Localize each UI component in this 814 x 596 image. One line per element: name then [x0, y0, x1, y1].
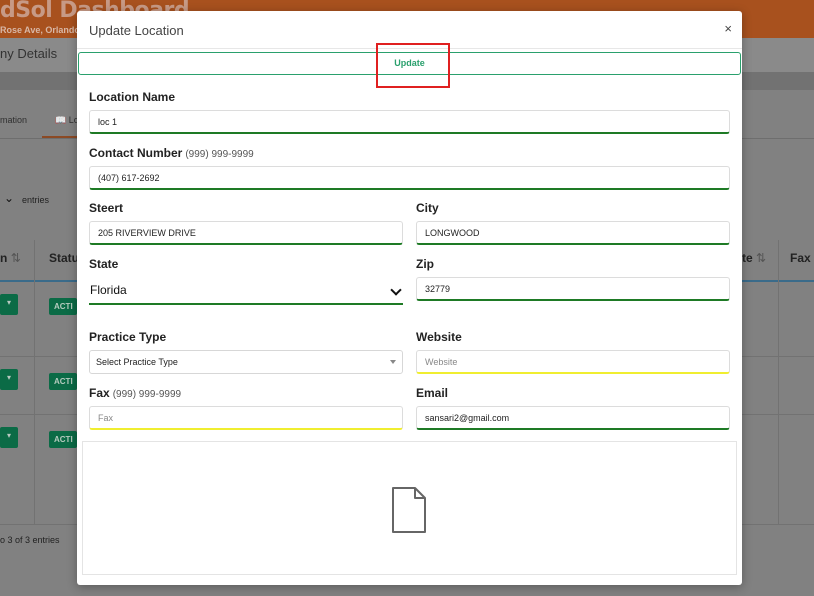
- practice-type-select-value: Select Practice Type: [96, 357, 178, 367]
- street-label: Steert: [89, 201, 124, 215]
- status-badge: ACTI: [49, 431, 77, 448]
- status-badge: ACTI: [49, 373, 77, 390]
- fax-input[interactable]: Fax: [89, 406, 403, 430]
- practice-type-select[interactable]: Select Practice Type: [89, 350, 403, 374]
- state-select-value: Florida: [90, 283, 127, 297]
- modal-title: Update Location: [89, 23, 184, 38]
- close-icon[interactable]: ×: [724, 21, 732, 36]
- update-location-modal: Update Location × Update Location Name l…: [77, 11, 742, 585]
- file-dropzone[interactable]: [82, 441, 737, 575]
- website-label: Website: [416, 330, 462, 344]
- caret-down-icon: [390, 360, 396, 364]
- state-select[interactable]: Florida: [89, 277, 403, 305]
- status-badge: ACTI: [49, 298, 77, 315]
- table-column-divider: [778, 240, 779, 525]
- email-label: Email: [416, 386, 449, 400]
- map-icon: 📖: [55, 115, 67, 125]
- city-label: City: [416, 201, 439, 215]
- row-action-dropdown-button[interactable]: ▾: [0, 369, 18, 390]
- entries-select-chevron-icon[interactable]: ⌄: [4, 191, 14, 205]
- entries-label: entries: [22, 195, 50, 205]
- street-input[interactable]: 205 RIVERVIEW DRIVE: [89, 221, 403, 245]
- tab-locations[interactable]: 📖 Lo: [55, 115, 79, 126]
- table-footer-info: o 3 of 3 entries: [0, 535, 60, 545]
- tab-active-indicator: [42, 136, 80, 138]
- dashboard-address: Rose Ave, Orlando: [0, 25, 80, 35]
- contact-number-label: Contact Number (999) 999-9999: [89, 146, 254, 160]
- website-input[interactable]: Website: [416, 350, 730, 374]
- column-header-state-label: te: [742, 251, 753, 265]
- city-input[interactable]: LONGWOOD: [416, 221, 730, 245]
- chevron-down-icon: [390, 284, 402, 296]
- column-header-state[interactable]: te ⇅: [742, 251, 766, 265]
- fax-label: Fax (999) 999-9999: [89, 386, 181, 400]
- location-name-input[interactable]: loc 1: [89, 110, 730, 134]
- dashboard-page-title: ny Details: [0, 46, 58, 61]
- contact-number-hint: (999) 999-9999: [185, 149, 254, 160]
- row-action-dropdown-button[interactable]: ▾: [0, 427, 18, 448]
- location-name-label: Location Name: [89, 90, 176, 104]
- zip-input[interactable]: 32779: [416, 277, 730, 301]
- row-action-dropdown-button[interactable]: ▾: [0, 294, 18, 315]
- sort-icon: ⇅: [10, 251, 21, 265]
- fax-label-text: Fax: [89, 386, 110, 400]
- practice-type-label: Practice Type: [89, 330, 167, 344]
- email-input[interactable]: sansari2@gmail.com: [416, 406, 730, 430]
- contact-number-input[interactable]: (407) 617-2692: [89, 166, 730, 190]
- sort-icon: ⇅: [756, 251, 767, 265]
- table-column-divider: [34, 240, 35, 525]
- file-icon: [392, 487, 426, 533]
- fax-hint: (999) 999-9999: [112, 389, 182, 400]
- tab-information[interactable]: mation: [0, 115, 27, 125]
- state-label: State: [89, 257, 119, 271]
- contact-number-label-text: Contact Number: [89, 146, 183, 160]
- zip-label: Zip: [416, 257, 434, 271]
- column-header-name-label: n: [0, 251, 8, 265]
- highlight-box: [376, 43, 450, 88]
- column-header-name[interactable]: n ⇅: [0, 251, 21, 265]
- column-header-fax[interactable]: Fax: [790, 251, 811, 265]
